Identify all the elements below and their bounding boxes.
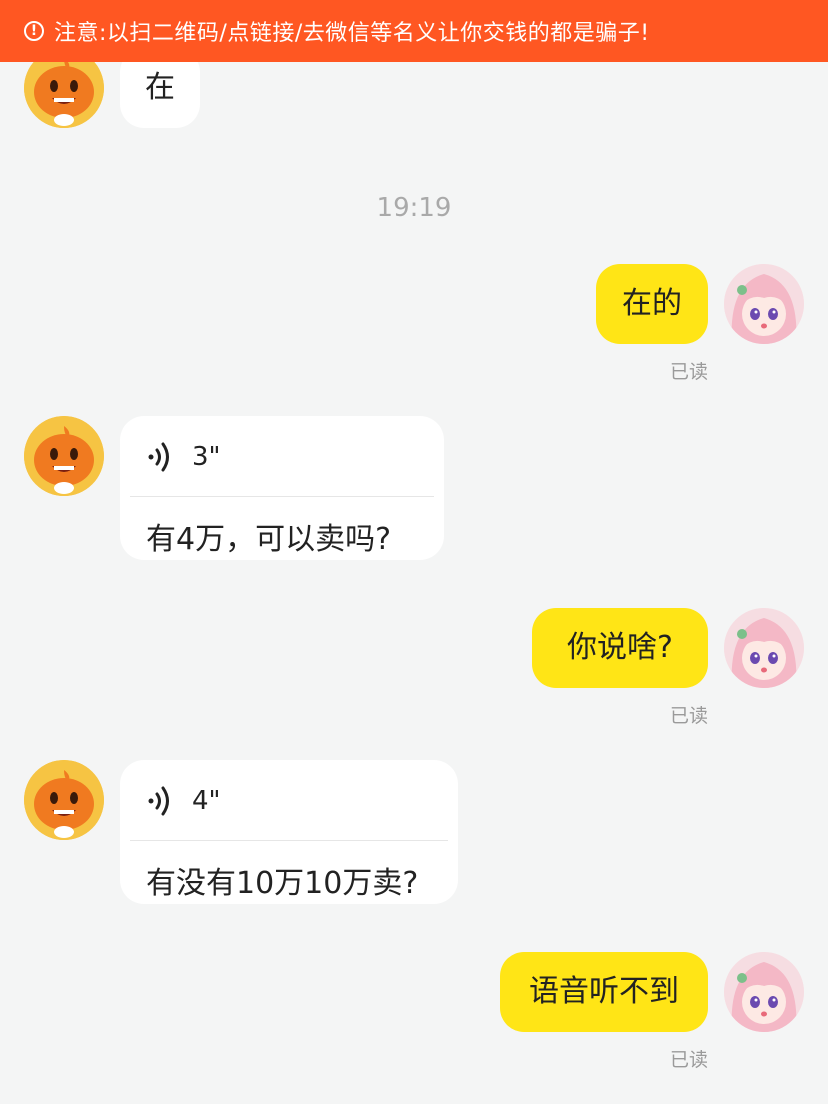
voice-message-bubble[interactable]: 4" 有没有10万10万卖? [120, 760, 458, 904]
voice-duration: 3" [192, 442, 221, 472]
my-avatar[interactable] [724, 952, 804, 1032]
contact-avatar[interactable] [24, 416, 104, 496]
warning-circle-icon: ! [24, 21, 44, 41]
voice-play-row[interactable]: 4" [146, 784, 221, 818]
my-avatar[interactable] [724, 264, 804, 344]
message-text: 在 [145, 70, 175, 105]
voice-duration: 4" [192, 786, 221, 816]
divider [130, 840, 448, 841]
read-status: 已读 [669, 361, 708, 383]
my-avatar[interactable] [724, 608, 804, 688]
divider [130, 496, 434, 497]
fraud-warning-banner: ! 注意:以扫二维码/点链接/去微信等名义让你交钱的都是骗子! [0, 0, 828, 62]
message-timestamp: 19:19 [376, 193, 452, 223]
voice-play-row[interactable]: 3" [146, 440, 221, 474]
message-text: 在的 [622, 286, 682, 321]
voice-message-bubble[interactable]: 3" 有4万，可以卖吗? [120, 416, 444, 560]
voice-transcript: 有没有10万10万卖? [146, 866, 419, 901]
message-bubble-outgoing[interactable]: 语音听不到 [500, 952, 708, 1032]
message-bubble-outgoing[interactable]: 在的 [596, 264, 708, 344]
message-text: 语音听不到 [529, 974, 679, 1009]
fraud-warning-text: 注意:以扫二维码/点链接/去微信等名义让你交钱的都是骗子! [54, 21, 650, 46]
read-status: 已读 [669, 1049, 708, 1071]
voice-wave-icon [148, 786, 169, 816]
contact-avatar[interactable] [24, 760, 104, 840]
voice-transcript: 有4万，可以卖吗? [146, 522, 392, 557]
read-status: 已读 [669, 705, 708, 727]
voice-wave-icon [148, 442, 169, 472]
message-text: 你说啥? [567, 630, 673, 665]
message-bubble-outgoing[interactable]: 你说啥? [532, 608, 708, 688]
